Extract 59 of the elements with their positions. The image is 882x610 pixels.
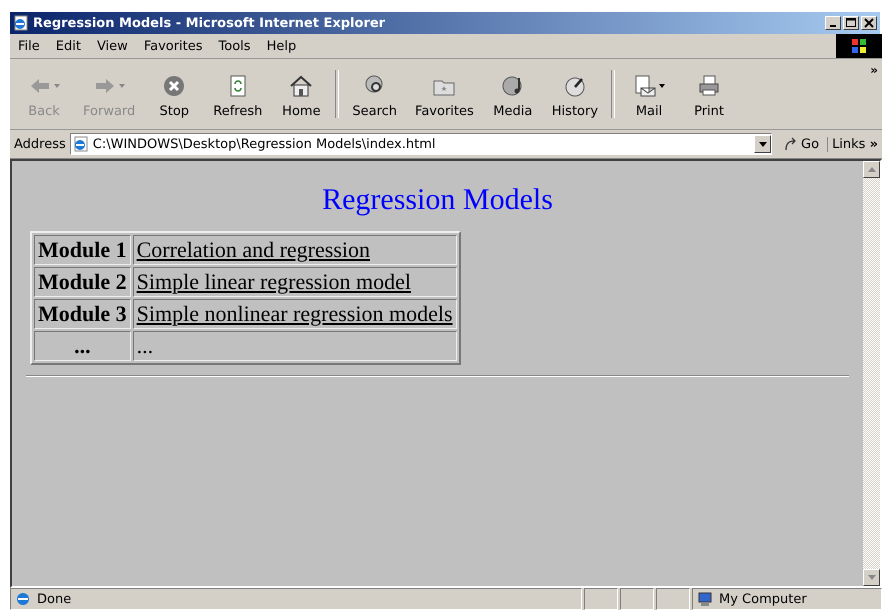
toolbar-button[interactable]: History: [542, 68, 608, 120]
page-icon: [72, 136, 89, 152]
page-heading: Regression Models: [321, 183, 554, 217]
toolbar-button[interactable]: Favorites: [406, 68, 483, 120]
stop-icon: [162, 74, 186, 98]
minimize-icon: [830, 25, 836, 27]
minimize-button[interactable]: [825, 16, 841, 30]
address-field[interactable]: C:\WINDOWS\Desktop\Regression Models\index.html: [70, 133, 772, 155]
module-link[interactable]: Simple nonlinear regression models: [132, 299, 457, 329]
module-link[interactable]: Simple linear regression model: [132, 267, 457, 297]
menu-item[interactable]: Tools: [210, 38, 259, 54]
close-button[interactable]: [861, 16, 877, 30]
home-icon: [289, 74, 314, 98]
toolbar-button[interactable]: Home: [271, 68, 332, 120]
status-panel: [656, 588, 690, 610]
menu-item[interactable]: Favorites: [136, 38, 211, 54]
menu-item[interactable]: View: [88, 38, 136, 54]
toolbar-button[interactable]: Stop: [144, 68, 204, 120]
caret-icon: [758, 142, 767, 146]
curved-arrow-icon: [784, 137, 798, 151]
table-cell: ...: [34, 331, 131, 361]
page-icon: [15, 591, 31, 607]
menu-item[interactable]: Help: [258, 38, 304, 54]
windows-logo: [836, 34, 882, 58]
go-button[interactable]: Go: [776, 136, 828, 152]
dropdown-arrow-icon: [119, 84, 126, 88]
links-button[interactable]: Links »: [832, 136, 878, 152]
table-cell: Module 2: [34, 267, 131, 297]
toolbar-button[interactable]: Print: [679, 68, 740, 120]
up-arrow-icon: [868, 167, 876, 172]
window-title: Regression Models - Microsoft Internet Explorer: [33, 16, 386, 30]
menu-item[interactable]: File: [10, 38, 48, 54]
computer-icon: [697, 591, 713, 607]
mail-icon: [633, 74, 658, 98]
toolbar-button[interactable]: Media: [482, 68, 543, 120]
table-cell: Module 3: [34, 299, 131, 329]
maximize-button[interactable]: [843, 16, 859, 30]
vertical-scrollbar[interactable]: [863, 161, 880, 586]
printer-icon: [697, 74, 722, 98]
toolbar-button[interactable]: Search: [343, 68, 406, 120]
toolbar-button[interactable]: Mail: [619, 68, 680, 120]
maximize-icon: [846, 18, 856, 28]
status-panel: [584, 588, 618, 610]
table-cell: ...: [132, 331, 457, 361]
zone-text: My Computer: [719, 592, 807, 606]
down-arrow-icon: [868, 575, 876, 580]
browser-icon: [13, 15, 29, 31]
more-chevron[interactable]: »: [870, 63, 878, 77]
close-icon: [864, 18, 874, 28]
dropdown-arrow-icon: [54, 84, 60, 88]
address-label: Address: [14, 136, 66, 152]
menu-item[interactable]: Edit: [48, 38, 89, 54]
status-panel: [620, 588, 654, 610]
dropdown-button[interactable]: [754, 135, 772, 153]
module-link[interactable]: Correlation and regression: [132, 235, 457, 265]
status-text: Done: [37, 592, 72, 606]
dropdown-arrow-icon: [659, 84, 666, 88]
table-cell: Module 1: [34, 235, 131, 265]
toolbar-button[interactable]: Refresh: [204, 68, 272, 120]
